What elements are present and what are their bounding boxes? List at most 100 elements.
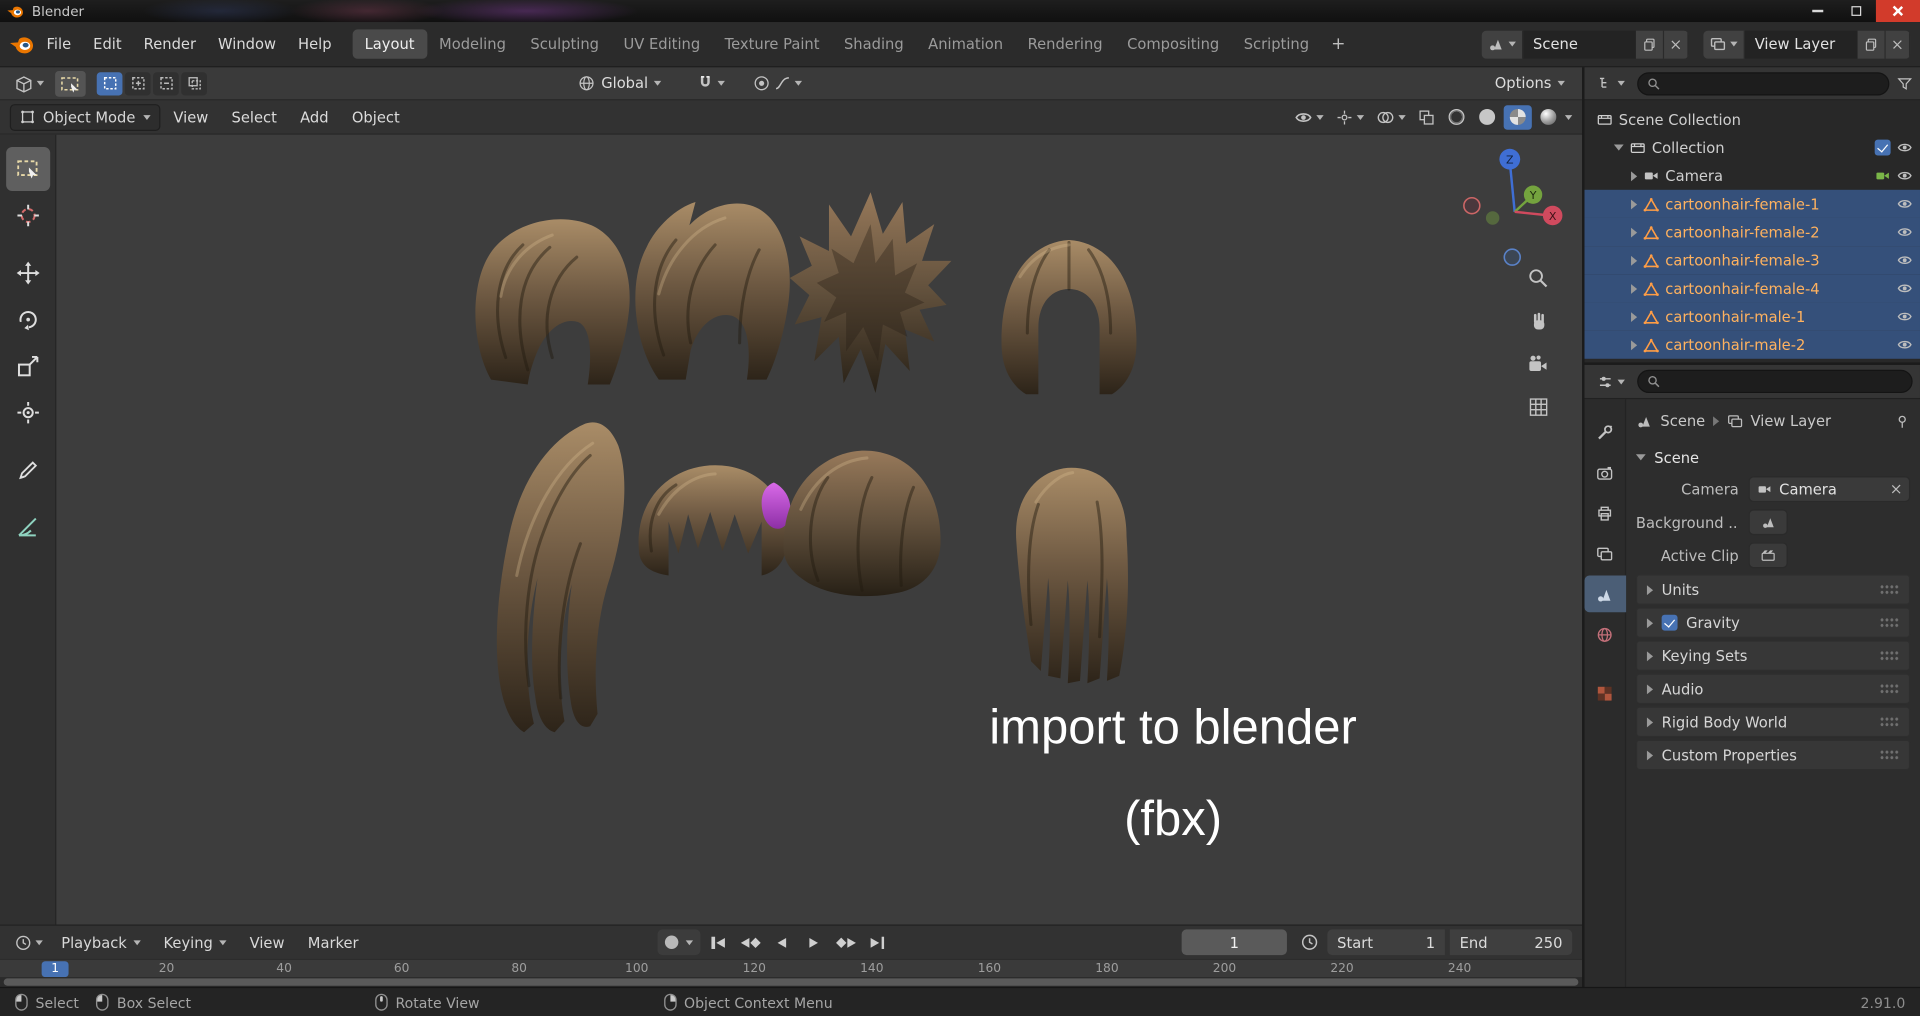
gizmos-dropdown[interactable] (1331, 106, 1369, 128)
panel-grip-icon[interactable] (1879, 617, 1900, 629)
view-layer-name-field[interactable]: View Layer (1744, 29, 1858, 59)
timeline-ruler[interactable]: 20 40 60 80 100 120 140 160 180 200 220 … (0, 959, 1583, 978)
scene-name-field[interactable]: Scene (1523, 29, 1636, 59)
end-frame-field[interactable]: End 250 (1449, 929, 1573, 956)
viewport-menu-select[interactable]: Select (222, 105, 287, 129)
tool-transform[interactable] (6, 391, 50, 435)
options-dropdown[interactable]: Options (1487, 72, 1572, 94)
editor-type-button[interactable] (10, 72, 49, 95)
tab-scene[interactable] (1584, 575, 1626, 613)
chevron-down-icon[interactable] (1564, 114, 1573, 120)
tab-world[interactable] (1584, 616, 1625, 653)
object-visibility-dropdown[interactable] (1289, 107, 1328, 127)
viewport-menu-add[interactable]: Add (290, 105, 338, 129)
tab-tool[interactable] (1584, 414, 1625, 451)
outliner-row-scene-collection[interactable]: Scene Collection (1584, 105, 1920, 133)
tab-view-layer[interactable] (1584, 535, 1625, 572)
view-layer-remove-button[interactable] (1885, 29, 1911, 59)
view-layer-new-button[interactable] (1857, 29, 1886, 59)
eye-icon[interactable] (1897, 338, 1913, 351)
timeline-menu-keying[interactable]: Keying (154, 930, 236, 954)
timeline-menu-view[interactable]: View (240, 930, 294, 954)
eye-icon[interactable] (1897, 282, 1913, 295)
frame-range-clock-icon[interactable] (1300, 933, 1318, 951)
shading-rendered-button[interactable] (1534, 105, 1562, 129)
scrollbar-thumb[interactable] (3, 978, 1579, 986)
panel-grip-icon[interactable] (1879, 716, 1900, 728)
outliner-row-mesh[interactable]: cartoonhair-female-3 (1584, 246, 1920, 275)
outliner-row-mesh[interactable]: cartoonhair-female-2 (1584, 217, 1920, 247)
shading-solid-button[interactable] (1473, 105, 1501, 129)
pin-icon[interactable] (1894, 413, 1910, 429)
proportional-editing-button[interactable] (749, 72, 808, 94)
gravity-checkbox[interactable] (1661, 614, 1678, 631)
unlink-icon[interactable] (1891, 484, 1902, 495)
camera-view-button[interactable] (1522, 348, 1554, 380)
current-frame-field[interactable]: 1 (1181, 929, 1287, 956)
expand-icon[interactable] (1631, 170, 1638, 181)
panel-custom-properties[interactable]: Custom Properties (1635, 739, 1911, 771)
breadcrumb-scene[interactable]: Scene (1660, 413, 1705, 430)
pan-button[interactable] (1522, 305, 1554, 337)
panel-audio[interactable]: Audio (1635, 673, 1911, 705)
previous-keyframe-button[interactable] (736, 930, 764, 954)
viewport-menu-view[interactable]: View (164, 105, 218, 129)
maximize-button[interactable] (1837, 0, 1876, 22)
view-layer-browse-button[interactable] (1703, 29, 1745, 59)
outliner-row-mesh[interactable]: cartoonhair-female-1 (1584, 189, 1920, 218)
eye-icon[interactable] (1897, 197, 1913, 210)
outliner-row-mesh[interactable]: cartoonhair-male-2 (1584, 330, 1920, 359)
scene-new-button[interactable] (1635, 29, 1665, 59)
next-keyframe-button[interactable] (832, 930, 860, 954)
tab-output[interactable] (1584, 495, 1625, 532)
close-button[interactable] (1875, 0, 1920, 23)
active-tool-button[interactable] (55, 70, 86, 97)
outliner-row-collection[interactable]: Collection (1584, 133, 1920, 161)
eye-icon[interactable] (1897, 225, 1913, 238)
jump-to-end-button[interactable] (864, 930, 892, 954)
tool-box-select[interactable] (5, 146, 50, 192)
panel-grip-icon[interactable] (1879, 650, 1900, 662)
outliner-row-mesh[interactable]: cartoonhair-male-1 (1584, 302, 1920, 331)
axis-minus-y-ball[interactable] (1485, 211, 1500, 225)
viewport-menu-object[interactable]: Object (342, 105, 409, 129)
tool-scale[interactable] (6, 344, 50, 388)
workspace-tab-uv-editing[interactable]: UV Editing (611, 29, 712, 58)
navigation-gizmo[interactable]: Z Y X (1461, 142, 1577, 271)
zoom-button[interactable] (1522, 262, 1554, 294)
tool-annotate[interactable] (6, 448, 50, 492)
expand-icon[interactable] (1631, 255, 1638, 266)
jump-to-start-button[interactable] (705, 930, 733, 954)
minimize-button[interactable] (1798, 0, 1837, 22)
timeline-editor-type-button[interactable] (10, 931, 48, 953)
play-reverse-button[interactable] (768, 930, 796, 954)
menu-edit[interactable]: Edit (82, 31, 133, 58)
playhead[interactable]: 1 (41, 961, 69, 978)
tab-render[interactable] (1584, 454, 1625, 491)
tool-cursor[interactable] (6, 193, 50, 237)
eye-icon[interactable] (1897, 141, 1913, 154)
menu-file[interactable]: File (36, 31, 83, 58)
outliner-row-mesh[interactable]: cartoonhair-female-4 (1584, 274, 1920, 303)
overlays-dropdown[interactable] (1371, 107, 1410, 127)
tab-texture[interactable] (1584, 675, 1625, 712)
menu-render[interactable]: Render (133, 31, 207, 58)
workspace-tab-scripting[interactable]: Scripting (1231, 29, 1321, 58)
start-frame-field[interactable]: Start 1 (1327, 929, 1445, 956)
eye-icon[interactable] (1897, 253, 1913, 266)
viewport-3d[interactable]: Object Mode View Select Add Object Z Y X… (0, 100, 1583, 925)
panel-gravity[interactable]: Gravity (1635, 607, 1911, 638)
eye-icon[interactable] (1897, 310, 1913, 323)
workspace-tab-shading[interactable]: Shading (832, 29, 916, 58)
expand-icon[interactable] (1631, 198, 1638, 209)
expand-icon[interactable] (1631, 283, 1638, 294)
panel-keying-sets[interactable]: Keying Sets (1635, 640, 1911, 672)
auto-keying-button[interactable] (658, 929, 701, 956)
snap-toggle-button[interactable] (692, 72, 730, 94)
properties-search[interactable] (1637, 369, 1913, 394)
select-mode-subtract[interactable] (153, 71, 179, 95)
outliner-search[interactable] (1637, 71, 1890, 95)
workspace-tab-sculpting[interactable]: Sculpting (518, 29, 611, 58)
timeline-scrollbar[interactable] (0, 977, 1583, 987)
workspace-tab-texture-paint[interactable]: Texture Paint (712, 29, 831, 58)
